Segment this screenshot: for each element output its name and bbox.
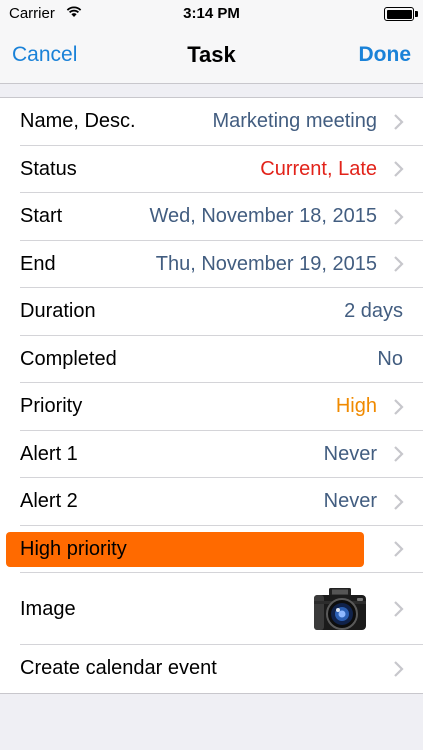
row-duration: Duration 2 days xyxy=(0,288,423,336)
row-value: Marketing meeting xyxy=(212,110,377,133)
row-value: Thu, November 19, 2015 xyxy=(155,252,377,275)
row-label: High priority xyxy=(20,537,127,560)
row-label: Name, Desc. xyxy=(20,110,136,133)
row-value: Current, Late xyxy=(260,157,377,180)
row-start[interactable]: Start Wed, November 18, 2015 xyxy=(0,193,423,241)
row-label: Alert 1 xyxy=(20,442,78,465)
chevron-right-icon xyxy=(394,601,404,617)
row-category[interactable]: High priority xyxy=(0,526,423,574)
chevron-right-icon xyxy=(394,398,404,415)
row-label: Priority xyxy=(20,395,83,418)
row-label: Duration xyxy=(20,300,96,323)
row-value: No xyxy=(377,347,403,370)
category-highlight: High priority xyxy=(6,531,364,567)
row-value: 2 days xyxy=(344,300,403,323)
camera-icon xyxy=(314,588,366,630)
row-completed[interactable]: Completed No xyxy=(0,336,423,384)
row-alert-1[interactable]: Alert 1 Never xyxy=(0,431,423,479)
chevron-right-icon xyxy=(394,113,404,130)
chevron-right-icon xyxy=(394,493,404,510)
row-value: Wed, November 18, 2015 xyxy=(149,205,377,228)
row-value: Never xyxy=(323,490,377,513)
battery-icon xyxy=(384,7,418,21)
row-name-desc[interactable]: Name, Desc. Marketing meeting xyxy=(0,98,423,146)
navigation-bar: Cancel Task Done xyxy=(0,28,423,84)
row-image[interactable]: Image xyxy=(0,573,423,645)
row-create-calendar-event[interactable]: Create calendar event xyxy=(0,645,423,693)
row-value: Never xyxy=(323,442,377,465)
row-alert-2[interactable]: Alert 2 Never xyxy=(0,478,423,526)
done-button[interactable]: Done xyxy=(359,43,412,67)
clock: 3:14 PM xyxy=(183,5,240,22)
row-label: Completed xyxy=(20,347,117,370)
status-bar: Carrier 3:14 PM xyxy=(0,0,423,28)
row-label: End xyxy=(20,252,56,275)
chevron-right-icon xyxy=(394,256,404,273)
row-label: Image xyxy=(20,597,76,620)
row-label: Create calendar event xyxy=(20,657,217,680)
row-label: Alert 2 xyxy=(20,490,78,513)
row-label: Status xyxy=(20,157,77,180)
row-end[interactable]: End Thu, November 19, 2015 xyxy=(0,241,423,289)
chevron-right-icon xyxy=(394,446,404,463)
task-field-list: Name, Desc. Marketing meeting Status Cur… xyxy=(0,97,423,694)
chevron-right-icon xyxy=(394,541,404,558)
row-status[interactable]: Status Current, Late xyxy=(0,146,423,194)
chevron-right-icon xyxy=(394,161,404,178)
row-label: Start xyxy=(20,205,63,228)
chevron-right-icon xyxy=(394,660,404,677)
chevron-right-icon xyxy=(394,208,404,225)
row-priority[interactable]: Priority High xyxy=(0,383,423,431)
row-value: High xyxy=(335,395,377,418)
